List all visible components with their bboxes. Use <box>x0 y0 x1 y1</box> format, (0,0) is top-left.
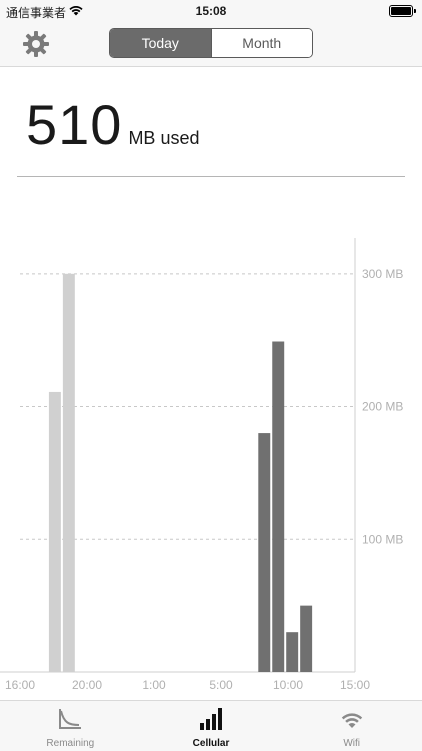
status-bar: 通信事業者 15:08 <box>0 0 422 22</box>
segment-month[interactable]: Month <box>210 29 312 57</box>
usage-bar-chart: 100 MB 200 MB 300 MB 16:00 20:00 1:00 5:00 10:0… <box>0 238 403 692</box>
battery-icon <box>389 5 416 17</box>
divider <box>17 176 405 177</box>
tab-remaining[interactable]: Remaining <box>0 701 141 751</box>
nav-bar: Today Month <box>0 22 422 67</box>
x-tick-label: 15:00 <box>340 678 370 692</box>
tab-remaining-label: Remaining <box>46 738 95 749</box>
usage-bar <box>258 433 271 672</box>
usage-bar <box>286 632 299 672</box>
usage-bar <box>62 273 75 672</box>
gear-icon[interactable] <box>22 30 50 58</box>
usage-bar <box>272 341 285 672</box>
usage-chart: 100 MB 200 MB 300 MB 16:00 20:00 1:00 5:00 10:0… <box>0 230 422 700</box>
wifi-icon <box>341 713 362 728</box>
x-tick-label: 10:00 <box>273 678 303 692</box>
segment-today[interactable]: Today <box>110 29 211 57</box>
x-tick-label: 5:00 <box>209 678 233 692</box>
period-segmented-control: Today Month <box>109 28 313 58</box>
tab-bar: Remaining Cellular Wifi <box>0 700 422 751</box>
y-tick-label: 300 MB <box>362 267 403 281</box>
tab-cellular[interactable]: Cellular <box>141 701 282 751</box>
x-tick-label: 20:00 <box>72 678 102 692</box>
y-tick-label: 200 MB <box>362 400 403 414</box>
usage-bar <box>48 391 61 672</box>
tab-cellular-label: Cellular <box>192 738 230 749</box>
remaining-chart-icon <box>59 709 82 729</box>
status-time: 15:08 <box>195 4 227 18</box>
x-tick-label: 16:00 <box>5 678 35 692</box>
usage-summary: 510 MB used <box>26 92 200 156</box>
tab-wifi-label: Wifi <box>343 738 361 749</box>
cellular-signal-icon <box>200 708 222 730</box>
tab-wifi[interactable]: Wifi <box>281 701 422 751</box>
x-tick-label: 1:00 <box>142 678 166 692</box>
usage-bar <box>300 605 313 672</box>
usage-unit: MB used <box>128 128 200 148</box>
y-tick-label: 100 MB <box>362 532 403 546</box>
usage-value: 510 <box>26 93 123 156</box>
